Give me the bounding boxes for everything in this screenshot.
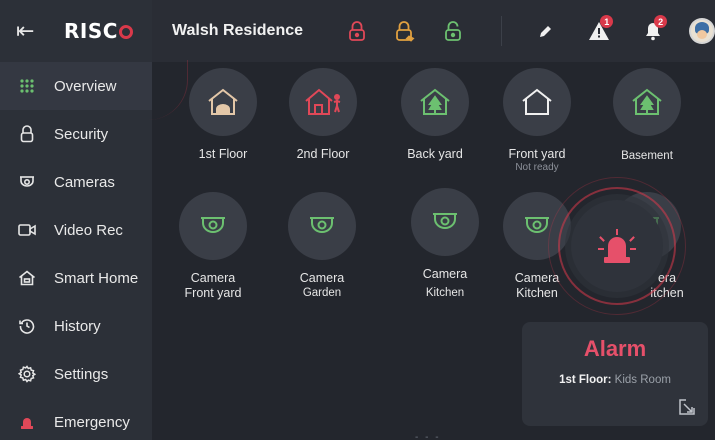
sidebar-item-label: History	[54, 317, 101, 335]
pencil-icon	[539, 26, 551, 37]
dome-camera-icon	[310, 217, 334, 233]
sidebar-item-history[interactable]: History	[0, 302, 152, 350]
sidebar-item-label: Overview	[54, 77, 117, 95]
camera-location: Kitchen	[425, 287, 465, 299]
zone-tile-back-yard[interactable]: Back yard	[385, 68, 485, 162]
history-icon	[18, 317, 36, 335]
edit-button[interactable]	[526, 11, 566, 51]
sidebar-item-security[interactable]: Security	[0, 110, 152, 158]
sidebar-item-cameras[interactable]: Cameras	[0, 158, 152, 206]
alarm-location-label: 1st Floor:	[559, 374, 612, 386]
sidebar-item-smart-home[interactable]: Smart Home	[0, 254, 152, 302]
avatar[interactable]	[689, 18, 715, 44]
video-icon	[18, 221, 36, 239]
camera-label: Camera	[422, 267, 468, 281]
sidebar-item-settings[interactable]: Settings	[0, 350, 152, 398]
camera-location: Front yard	[184, 286, 242, 300]
top-bar: Walsh Residence 1 2	[152, 0, 715, 62]
lock-closed-icon	[349, 21, 366, 41]
zone-label: Back yard	[407, 147, 463, 161]
site-name[interactable]: Walsh Residence	[172, 22, 339, 40]
dome-camera-icon	[201, 217, 225, 233]
zone-tile-2nd-floor[interactable]: 2nd Floor	[273, 68, 373, 162]
house-occupied-icon	[208, 88, 238, 115]
sidebar-item-label: Settings	[54, 365, 109, 383]
page-indicator: - - -	[415, 432, 441, 440]
camera-label: Camera	[299, 271, 345, 285]
expand-icon[interactable]	[678, 398, 696, 416]
camera-tile-front-yard[interactable]: Camera Front yard	[163, 192, 263, 301]
zone-label: Front yard	[508, 147, 566, 161]
risco-logo: RISC	[64, 19, 133, 43]
house-tree-icon	[632, 88, 662, 115]
zone-circle	[401, 68, 469, 136]
zone-tile-1st-floor[interactable]: 1st Floor	[173, 68, 273, 162]
sidebar-item-label: Video Rec	[54, 221, 123, 239]
house-tree-icon	[420, 88, 450, 115]
zone-status: Not ready	[515, 162, 559, 173]
sidebar-item-label: Smart Home	[54, 269, 139, 287]
zone-tile-front-yard[interactable]: Front yard Not ready	[487, 68, 587, 174]
camera-tile-kitchen[interactable]: Camera Kitchen	[395, 188, 495, 301]
notifications-button[interactable]: 2	[633, 11, 673, 51]
sidebar-item-label: Cameras	[54, 173, 115, 191]
zone-circle	[289, 68, 357, 136]
lock-open-icon	[444, 21, 461, 41]
alarm-location-value: Kids Room	[614, 374, 671, 386]
sidebar: ⇤ RISC Overview Security Cameras Video R…	[0, 0, 152, 440]
siren-icon	[598, 229, 636, 263]
arm-full-button[interactable]	[339, 13, 375, 49]
disarm-button[interactable]	[435, 13, 471, 49]
camera-location: Garden	[302, 287, 342, 299]
zone-label: 2nd Floor	[296, 147, 350, 161]
sidebar-item-label: Emergency	[54, 413, 130, 431]
camera-circle	[179, 192, 247, 260]
dome-camera-icon	[433, 213, 457, 229]
alarm-title: Alarm	[583, 336, 647, 361]
smart-home-icon	[18, 269, 36, 287]
arm-partial-button[interactable]	[387, 13, 423, 49]
camera-icon	[18, 173, 36, 191]
zone-label: Basement	[621, 150, 673, 162]
dome-camera-icon	[525, 217, 549, 233]
camera-label: Camera	[190, 271, 236, 285]
camera-circle	[288, 192, 356, 260]
sidebar-item-video-rec[interactable]: Video Rec	[0, 206, 152, 254]
sidebar-item-label: Security	[54, 125, 109, 143]
zone-circle	[613, 68, 681, 136]
siren-icon	[18, 413, 36, 431]
notifications-badge: 2	[654, 15, 668, 28]
lock-partial-icon	[396, 21, 415, 42]
app-window: ⇤ RISC Overview Security Cameras Video R…	[0, 0, 715, 440]
alerts-badge: 1	[600, 15, 614, 28]
camera-circle	[411, 188, 479, 256]
house-person-icon	[305, 88, 341, 115]
grid-icon	[18, 77, 36, 95]
sidebar-nav: Overview Security Cameras Video Rec Smar…	[0, 62, 152, 440]
collapse-menu-icon[interactable]: ⇤	[16, 20, 38, 42]
house-outline-icon	[522, 88, 552, 115]
gear-icon	[18, 365, 36, 383]
zone-label: 1st Floor	[198, 147, 248, 161]
zone-circle	[189, 68, 257, 136]
camera-tile-garden[interactable]: Camera Garden	[272, 192, 372, 301]
lock-icon	[18, 125, 36, 143]
header-divider	[500, 16, 502, 46]
zone-tile-basement[interactable]: Basement	[597, 68, 697, 164]
alarm-location: 1st Floor: Kids Room	[522, 374, 708, 386]
alarm-siren-button[interactable]	[571, 200, 663, 292]
sidebar-item-emergency[interactable]: Emergency	[0, 398, 152, 440]
sidebar-header: ⇤ RISC	[0, 0, 152, 62]
alarm-card[interactable]: Alarm 1st Floor: Kids Room	[522, 322, 708, 426]
zone-circle	[503, 68, 571, 136]
alerts-button[interactable]: 1	[580, 11, 620, 51]
sidebar-item-overview[interactable]: Overview	[0, 62, 152, 110]
